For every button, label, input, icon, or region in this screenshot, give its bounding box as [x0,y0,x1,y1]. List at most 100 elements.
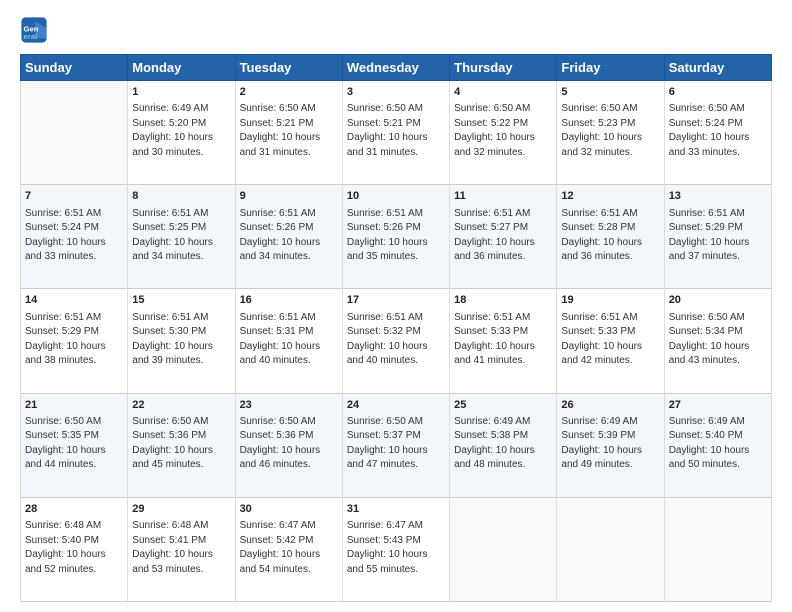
week-row-3: 14 Sunrise: 6:51 AM Sunset: 5:29 PM Dayli… [21,289,772,393]
day-info: Sunrise: 6:51 AM Sunset: 5:24 PM Dayligh… [25,207,123,265]
day-number: 24 [347,398,445,413]
day-info: Sunrise: 6:50 AM Sunset: 5:35 PM Dayligh… [25,415,123,473]
column-header-sunday: Sunday [21,55,128,81]
calendar-cell [664,497,771,601]
day-info: Sunrise: 6:50 AM Sunset: 5:36 PM Dayligh… [132,415,230,473]
day-info: Sunrise: 6:51 AM Sunset: 5:31 PM Dayligh… [240,311,338,369]
day-number: 13 [669,189,767,204]
day-number: 28 [25,502,123,517]
calendar-cell: 28 Sunrise: 6:48 AM Sunset: 5:40 PM Dayli… [21,497,128,601]
day-info: Sunrise: 6:50 AM Sunset: 5:22 PM Dayligh… [454,102,552,160]
day-info: Sunrise: 6:51 AM Sunset: 5:30 PM Dayligh… [132,311,230,369]
header-row: SundayMondayTuesdayWednesdayThursdayFrid… [21,55,772,81]
day-info: Sunrise: 6:47 AM Sunset: 5:42 PM Dayligh… [240,519,338,577]
calendar-cell: 26 Sunrise: 6:49 AM Sunset: 5:39 PM Dayli… [557,393,664,497]
calendar-cell: 2Sunrise: 6:50 AM Sunset: 5:21 PM Daylig… [235,81,342,185]
logo: Gen eral [20,16,50,44]
week-row-4: 21 Sunrise: 6:50 AM Sunset: 5:35 PM Dayli… [21,393,772,497]
calendar-cell: 23Sunrise: 6:50 AM Sunset: 5:36 PM Dayli… [235,393,342,497]
calendar-cell: 14 Sunrise: 6:51 AM Sunset: 5:29 PM Dayli… [21,289,128,393]
day-info: Sunrise: 6:49 AM Sunset: 5:39 PM Dayligh… [561,415,659,473]
day-info: Sunrise: 6:49 AM Sunset: 5:38 PM Dayligh… [454,415,552,473]
calendar-cell: 12 Sunrise: 6:51 AM Sunset: 5:28 PM Dayli… [557,185,664,289]
day-info: Sunrise: 6:48 AM Sunset: 5:41 PM Dayligh… [132,519,230,577]
calendar-cell: 8Sunrise: 6:51 AM Sunset: 5:25 PM Daylig… [128,185,235,289]
day-info: Sunrise: 6:48 AM Sunset: 5:40 PM Dayligh… [25,519,123,577]
day-number: 15 [132,293,230,308]
day-info: Sunrise: 6:50 AM Sunset: 5:24 PM Dayligh… [669,102,767,160]
calendar-cell [450,497,557,601]
calendar-cell: 19 Sunrise: 6:51 AM Sunset: 5:33 PM Dayli… [557,289,664,393]
day-number: 17 [347,293,445,308]
day-info: Sunrise: 6:50 AM Sunset: 5:21 PM Dayligh… [240,102,338,160]
calendar-cell: 15 Sunrise: 6:51 AM Sunset: 5:30 PM Dayli… [128,289,235,393]
day-info: Sunrise: 6:51 AM Sunset: 5:28 PM Dayligh… [561,207,659,265]
day-number: 3 [347,85,445,100]
calendar-cell: 29 Sunrise: 6:48 AM Sunset: 5:41 PM Dayli… [128,497,235,601]
day-info: Sunrise: 6:51 AM Sunset: 5:25 PM Dayligh… [132,207,230,265]
calendar-cell: 22 Sunrise: 6:50 AM Sunset: 5:36 PM Dayli… [128,393,235,497]
day-info: Sunrise: 6:51 AM Sunset: 5:29 PM Dayligh… [669,207,767,265]
calendar-cell: 16Sunrise: 6:51 AM Sunset: 5:31 PM Dayli… [235,289,342,393]
calendar-cell: 13 Sunrise: 6:51 AM Sunset: 5:29 PM Dayli… [664,185,771,289]
day-info: Sunrise: 6:47 AM Sunset: 5:43 PM Dayligh… [347,519,445,577]
column-header-thursday: Thursday [450,55,557,81]
day-info: Sunrise: 6:50 AM Sunset: 5:36 PM Dayligh… [240,415,338,473]
logo-icon: Gen eral [20,16,48,44]
calendar-cell: 6 Sunrise: 6:50 AM Sunset: 5:24 PM Daylig… [664,81,771,185]
column-header-monday: Monday [128,55,235,81]
column-header-tuesday: Tuesday [235,55,342,81]
day-number: 7 [25,189,123,204]
day-info: Sunrise: 6:51 AM Sunset: 5:32 PM Dayligh… [347,311,445,369]
calendar-cell: 27 Sunrise: 6:49 AM Sunset: 5:40 PM Dayli… [664,393,771,497]
day-info: Sunrise: 6:51 AM Sunset: 5:26 PM Dayligh… [240,207,338,265]
page-header: Gen eral [20,16,772,44]
calendar-cell: 31Sunrise: 6:47 AM Sunset: 5:43 PM Dayli… [342,497,449,601]
day-info: Sunrise: 6:51 AM Sunset: 5:29 PM Dayligh… [25,311,123,369]
day-number: 26 [561,398,659,413]
calendar-cell [557,497,664,601]
calendar-cell: 4 Sunrise: 6:50 AM Sunset: 5:22 PM Daylig… [450,81,557,185]
day-number: 22 [132,398,230,413]
calendar-cell: 21 Sunrise: 6:50 AM Sunset: 5:35 PM Dayli… [21,393,128,497]
day-number: 25 [454,398,552,413]
day-number: 1 [132,85,230,100]
day-info: Sunrise: 6:51 AM Sunset: 5:26 PM Dayligh… [347,207,445,265]
day-info: Sunrise: 6:50 AM Sunset: 5:23 PM Dayligh… [561,102,659,160]
day-info: Sunrise: 6:51 AM Sunset: 5:33 PM Dayligh… [454,311,552,369]
column-header-wednesday: Wednesday [342,55,449,81]
day-number: 27 [669,398,767,413]
day-info: Sunrise: 6:49 AM Sunset: 5:20 PM Dayligh… [132,102,230,160]
day-info: Sunrise: 6:51 AM Sunset: 5:33 PM Dayligh… [561,311,659,369]
day-number: 11 [454,189,552,204]
week-row-1: 1 Sunrise: 6:49 AM Sunset: 5:20 PM Daylig… [21,81,772,185]
calendar-cell: 9Sunrise: 6:51 AM Sunset: 5:26 PM Daylig… [235,185,342,289]
day-number: 19 [561,293,659,308]
day-number: 20 [669,293,767,308]
day-info: Sunrise: 6:49 AM Sunset: 5:40 PM Dayligh… [669,415,767,473]
day-number: 21 [25,398,123,413]
calendar-cell [21,81,128,185]
day-number: 14 [25,293,123,308]
day-number: 6 [669,85,767,100]
calendar-cell: 30 Sunrise: 6:47 AM Sunset: 5:42 PM Dayli… [235,497,342,601]
calendar-cell: 5Sunrise: 6:50 AM Sunset: 5:23 PM Daylig… [557,81,664,185]
day-number: 10 [347,189,445,204]
week-row-2: 7 Sunrise: 6:51 AM Sunset: 5:24 PM Daylig… [21,185,772,289]
column-header-saturday: Saturday [664,55,771,81]
day-number: 30 [240,502,338,517]
day-info: Sunrise: 6:50 AM Sunset: 5:34 PM Dayligh… [669,311,767,369]
calendar-cell: 3Sunrise: 6:50 AM Sunset: 5:21 PM Daylig… [342,81,449,185]
calendar-cell: 10 Sunrise: 6:51 AM Sunset: 5:26 PM Dayli… [342,185,449,289]
calendar-cell: 7 Sunrise: 6:51 AM Sunset: 5:24 PM Daylig… [21,185,128,289]
calendar-cell: 18 Sunrise: 6:51 AM Sunset: 5:33 PM Dayli… [450,289,557,393]
day-info: Sunrise: 6:50 AM Sunset: 5:37 PM Dayligh… [347,415,445,473]
calendar-cell: 20 Sunrise: 6:50 AM Sunset: 5:34 PM Dayli… [664,289,771,393]
day-number: 12 [561,189,659,204]
day-number: 18 [454,293,552,308]
day-number: 29 [132,502,230,517]
calendar-table: SundayMondayTuesdayWednesdayThursdayFrid… [20,54,772,602]
calendar-cell: 25 Sunrise: 6:49 AM Sunset: 5:38 PM Dayli… [450,393,557,497]
day-number: 4 [454,85,552,100]
calendar-cell: 1 Sunrise: 6:49 AM Sunset: 5:20 PM Daylig… [128,81,235,185]
